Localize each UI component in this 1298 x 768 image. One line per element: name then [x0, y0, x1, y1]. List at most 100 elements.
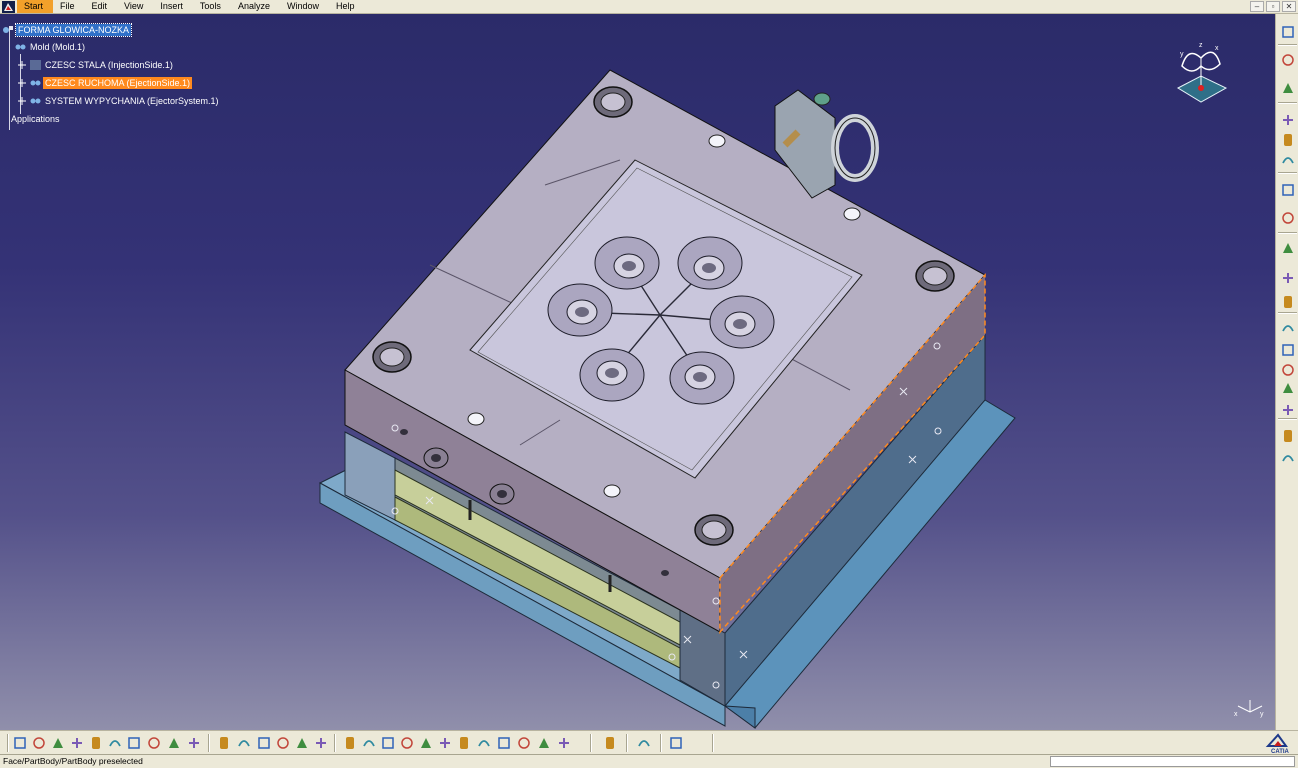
- 3d-viewport[interactable]: FORMA GLOWICA-NOZKA Mold (Mold.1) CZESC …: [0, 14, 1275, 730]
- gate-icon[interactable]: [1279, 362, 1296, 378]
- tree-node-root[interactable]: FORMA GLOWICA-NOZKA: [3, 22, 133, 37]
- toolbar-separator: [7, 734, 9, 752]
- toolbar-separator: [712, 734, 714, 752]
- zoom-out-icon[interactable]: [437, 735, 453, 751]
- whats-this-icon[interactable]: [186, 735, 202, 751]
- plate-icon[interactable]: [1279, 152, 1296, 168]
- menu-view[interactable]: View: [117, 0, 153, 13]
- axis-triad-icon: x y: [1234, 700, 1264, 718]
- measure-icon[interactable]: [294, 735, 310, 751]
- component-icon: [30, 78, 41, 88]
- new-icon[interactable]: [12, 735, 28, 751]
- right-toolbar: [1275, 14, 1298, 730]
- component-icon[interactable]: [1279, 182, 1296, 198]
- menu-analyze[interactable]: Analyze: [231, 0, 280, 13]
- catalog-icon[interactable]: [275, 735, 291, 751]
- ejector-pin-icon[interactable]: [1279, 270, 1296, 286]
- stop-pin-icon[interactable]: [1279, 294, 1296, 310]
- close-button[interactable]: ✕: [1282, 1, 1296, 12]
- runner-icon[interactable]: [1279, 380, 1296, 396]
- quick-view-icon[interactable]: [476, 735, 492, 751]
- product-icon: [3, 25, 14, 35]
- tree-label-applications[interactable]: Applications: [9, 113, 62, 125]
- paste-icon[interactable]: [126, 735, 142, 751]
- pin-icon[interactable]: [1279, 210, 1296, 226]
- menu-tools[interactable]: Tools: [193, 0, 231, 13]
- insert-plate-icon[interactable]: [1279, 132, 1296, 148]
- formula-icon[interactable]: [216, 735, 232, 751]
- svg-text:x: x: [1234, 711, 1238, 718]
- open-icon[interactable]: [31, 735, 47, 751]
- toolbar-separator: [208, 734, 210, 752]
- tree-label-injection-side[interactable]: CZESC STALA (InjectionSide.1): [43, 59, 175, 71]
- fit-all-icon[interactable]: [361, 735, 377, 751]
- command-input[interactable]: [1050, 756, 1295, 767]
- transform-icon[interactable]: [1279, 450, 1296, 466]
- menu-bar: Start File Edit View Insert Tools Analyz…: [0, 0, 1298, 14]
- print-icon[interactable]: [69, 735, 85, 751]
- sprue-icon[interactable]: [1279, 320, 1296, 336]
- copy-icon[interactable]: [107, 735, 123, 751]
- tree-node-injection-side[interactable]: CZESC STALA (InjectionSide.1): [17, 58, 175, 71]
- status-text: Face/PartBody/PartBody preselected: [3, 756, 143, 766]
- menu-start[interactable]: Start: [17, 0, 54, 13]
- toolbar-separator: [590, 734, 592, 752]
- svg-text:z: z: [1199, 42, 1203, 49]
- minimize-button[interactable]: –: [1250, 1, 1264, 12]
- comment-icon[interactable]: [236, 735, 252, 751]
- fly-mode-icon[interactable]: [342, 735, 358, 751]
- toolbar-separator: [1278, 312, 1297, 314]
- catia-app-icon[interactable]: [2, 0, 15, 13]
- restore-button[interactable]: ▫: [1266, 1, 1280, 12]
- tree-node-ejector-system[interactable]: SYSTEM WYPYCHANIA (EjectorSystem.1): [17, 94, 221, 107]
- tree-node-mold[interactable]: Mold (Mold.1): [15, 40, 87, 53]
- split-icon[interactable]: [1279, 428, 1296, 444]
- tree-node-ejection-side[interactable]: CZESC RUCHOMA (EjectionSide.1): [17, 76, 193, 89]
- cut-icon[interactable]: [88, 735, 104, 751]
- tree-label-ejection-side[interactable]: CZESC RUCHOMA (EjectionSide.1): [43, 76, 193, 89]
- analysis-icon[interactable]: [556, 735, 572, 751]
- sketcher-icon[interactable]: [1279, 52, 1296, 68]
- mold-icon: [15, 42, 26, 52]
- hide-show-icon[interactable]: [516, 735, 532, 751]
- view-mode-icon[interactable]: [496, 735, 512, 751]
- compass-icon[interactable]: z x y: [1168, 36, 1234, 108]
- swap-space-icon[interactable]: [536, 735, 552, 751]
- menu-insert[interactable]: Insert: [153, 0, 193, 13]
- product-icon[interactable]: [636, 735, 652, 751]
- menu-edit[interactable]: Edit: [85, 0, 118, 13]
- constraints-icon[interactable]: [668, 735, 684, 751]
- rotate-icon[interactable]: [399, 735, 415, 751]
- component-icon: [30, 96, 41, 106]
- cooling-channel-icon[interactable]: [1279, 342, 1296, 358]
- tree-label-mold[interactable]: Mold (Mold.1): [28, 41, 87, 53]
- svg-text:y: y: [1260, 711, 1264, 718]
- redo-icon[interactable]: [166, 735, 182, 751]
- toolbar-separator: [1278, 418, 1297, 420]
- knowledge-icon[interactable]: [256, 735, 272, 751]
- slider-icon[interactable]: [1279, 402, 1296, 418]
- tree-node-applications[interactable]: Applications: [9, 112, 62, 125]
- normal-view-icon[interactable]: [456, 735, 472, 751]
- tree-label-ejector-system[interactable]: SYSTEM WYPYCHANIA (EjectorSystem.1): [43, 95, 221, 107]
- apply-material-icon[interactable]: [313, 735, 329, 751]
- expand-plus-icon[interactable]: [17, 96, 28, 106]
- menu-help[interactable]: Help: [329, 0, 365, 13]
- pan-icon[interactable]: [380, 735, 396, 751]
- menu-window[interactable]: Window: [280, 0, 329, 13]
- tools-palette-icon[interactable]: [1279, 80, 1296, 96]
- zoom-in-icon[interactable]: [418, 735, 434, 751]
- mold-base-icon[interactable]: [1279, 112, 1296, 128]
- select-arrow-icon[interactable]: [1279, 24, 1296, 40]
- save-icon[interactable]: [50, 735, 66, 751]
- toolbar-separator: [660, 734, 662, 752]
- undo-icon[interactable]: [146, 735, 162, 751]
- expand-plus-icon[interactable]: [17, 78, 28, 88]
- expand-plus-icon[interactable]: [17, 60, 28, 70]
- update-icon[interactable]: [602, 735, 618, 751]
- tree-label-root[interactable]: FORMA GLOWICA-NOZKA: [14, 22, 133, 37]
- bottom-toolbar: CATIA: [0, 730, 1298, 754]
- bushing-icon[interactable]: [1279, 240, 1296, 256]
- menu-file[interactable]: File: [53, 0, 85, 13]
- mold-3d-model[interactable]: [0, 14, 1275, 730]
